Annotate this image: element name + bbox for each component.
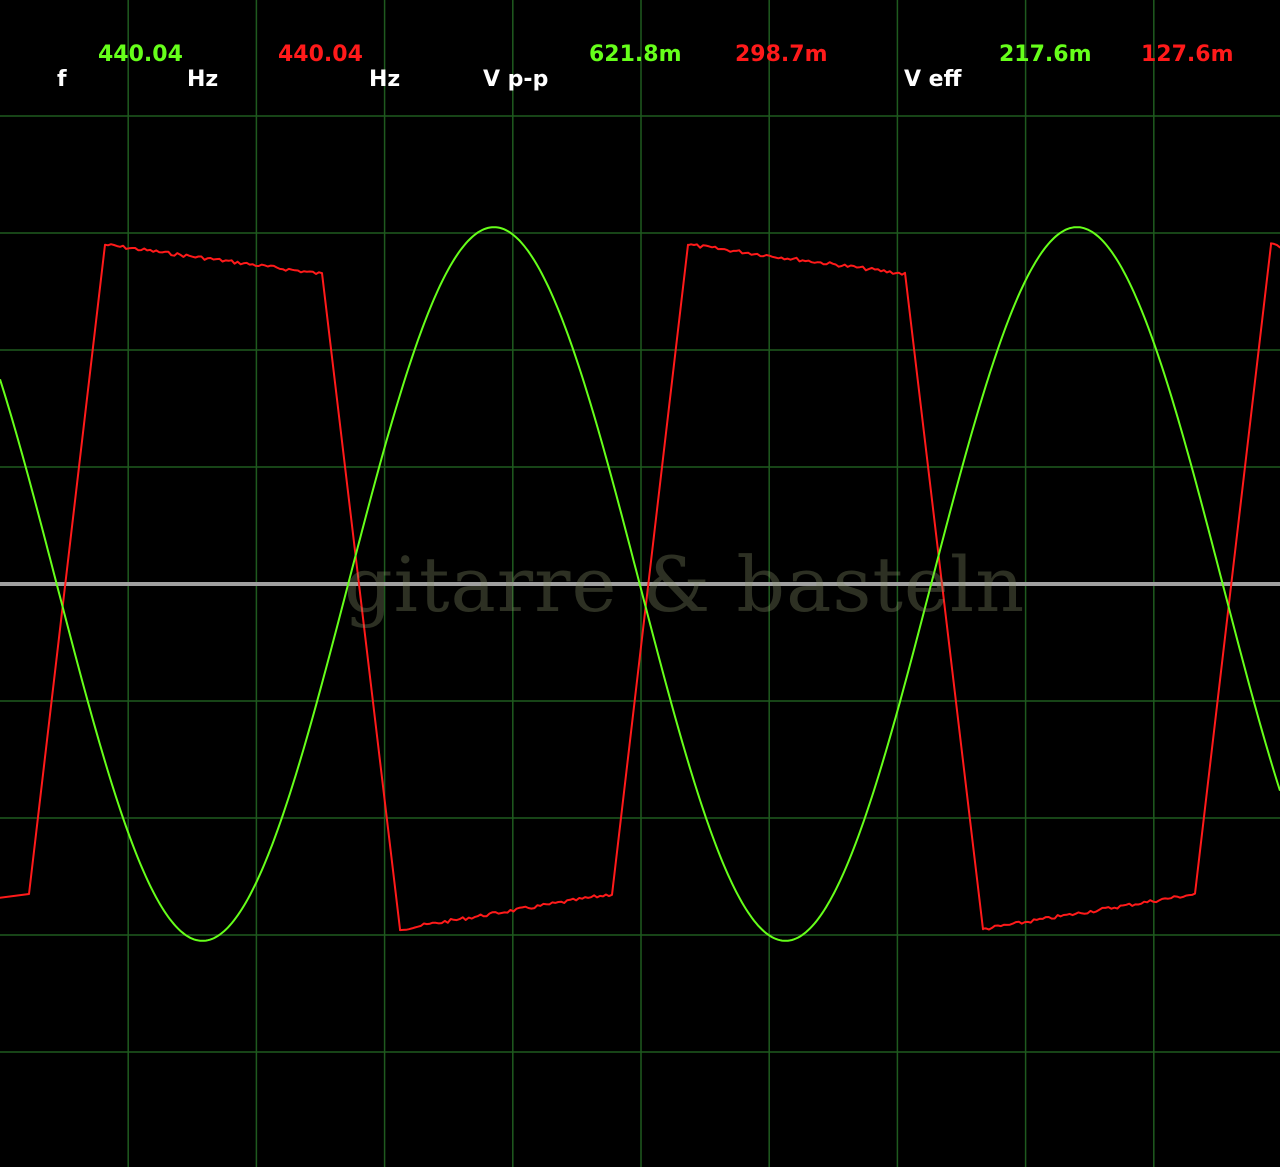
ch1-veff-value: 217.6m: [999, 42, 1092, 67]
ch1-vpp-value: 621.8m: [589, 42, 682, 67]
ch1-frequency-unit: Hz: [187, 67, 219, 92]
watermark-text: gitarre & basteln: [344, 540, 1026, 629]
ch2-vpp-value: 298.7m: [735, 42, 828, 67]
ch1-frequency-value: 440.04: [98, 42, 183, 67]
oscilloscope-screen: gitarre & basteln f 440.04 Hz 440.04 Hz …: [0, 0, 1280, 1167]
ch2-frequency-value: 440.04: [278, 42, 363, 67]
ch2-frequency-unit: Hz: [369, 67, 401, 92]
veff-label: V eff: [904, 67, 962, 92]
ch2-veff-value: 127.6m: [1141, 42, 1234, 67]
vpp-label: V p-p: [483, 67, 549, 92]
frequency-label: f: [57, 67, 67, 92]
